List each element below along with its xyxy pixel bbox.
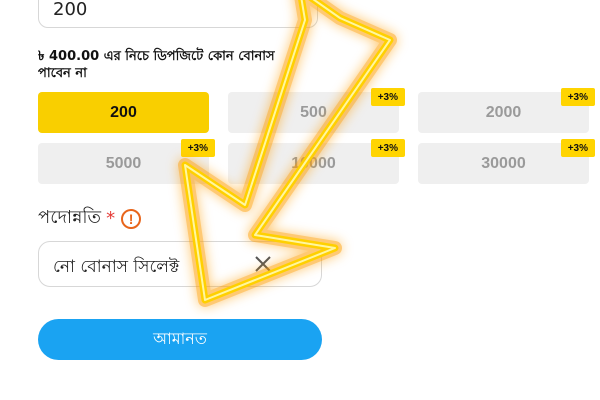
amount-option-label: 200 <box>110 103 137 121</box>
amount-option-label: 10000 <box>291 154 336 172</box>
deposit-submit-label: আমানত <box>153 329 207 348</box>
amount-option-5000[interactable]: 5000 +3% <box>38 139 215 184</box>
amount-option-label: 30000 <box>481 154 526 172</box>
clear-icon[interactable] <box>253 254 273 274</box>
amount-input[interactable]: 200 <box>38 0 318 28</box>
amount-option-30000[interactable]: 30000 +3% <box>418 139 595 184</box>
bonus-badge: +3% <box>370 139 405 157</box>
amount-option-label: 500 <box>300 103 327 121</box>
promotion-select[interactable]: নো বোনাস সিলেক্ট <box>38 241 322 287</box>
bonus-badge: +3% <box>370 88 405 106</box>
amount-option-label: 5000 <box>105 154 142 172</box>
amount-option-500[interactable]: 500 +3% <box>228 88 405 133</box>
promotion-label-row: পদোন্নতি * ! <box>38 203 142 234</box>
amount-option-10000[interactable]: 10000 +3% <box>228 139 405 184</box>
required-mark: * <box>106 208 116 229</box>
deposit-submit-button[interactable]: আমানত <box>38 319 322 360</box>
promotion-label: পদোন্নতি <box>38 207 102 228</box>
bonus-badge: +3% <box>560 88 595 106</box>
promotion-select-value: নো বোনাস সিলেক্ট <box>53 257 180 277</box>
bonus-badge: +3% <box>560 139 595 157</box>
amount-option-label: 2000 <box>485 103 522 121</box>
amount-option-2000[interactable]: 2000 +3% <box>418 88 595 133</box>
amount-option-200[interactable]: 200 <box>38 92 209 133</box>
bonus-badge: +3% <box>180 139 215 157</box>
info-icon[interactable]: ! <box>121 208 142 229</box>
bonus-hint-text: ৳ 400.00 এর নিচে ডিপজিটে কোন বোনাস পাবেন… <box>38 49 275 81</box>
